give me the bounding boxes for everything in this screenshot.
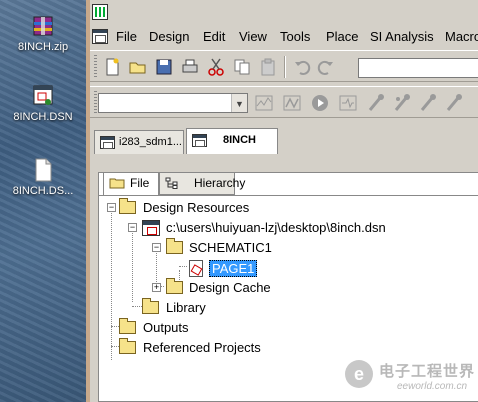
folder-icon <box>166 278 183 294</box>
tree-item-design-cache[interactable]: + Design Cache <box>99 278 399 298</box>
menu-place[interactable]: Place <box>326 29 359 44</box>
folder-open-icon <box>119 198 136 214</box>
print-icon[interactable] <box>180 57 200 77</box>
tree-item-schematic1[interactable]: − SCHEMATIC1 <box>99 238 399 258</box>
menu-edit[interactable]: Edit <box>203 29 225 44</box>
standard-toolbar <box>90 50 478 82</box>
redo-icon[interactable] <box>316 57 336 77</box>
tree-item-label: SCHEMATIC1 <box>189 240 272 255</box>
menu-design[interactable]: Design <box>149 29 189 44</box>
schematic-doc-icon <box>192 134 207 147</box>
doc-tab-i283[interactable]: i283_sdm1... <box>94 130 184 154</box>
dsn-file-icon <box>33 85 53 105</box>
doc-tab-label: i283_sdm1... <box>119 136 182 148</box>
capture-window: File Design Edit View Tools Place SI Ana… <box>86 0 478 402</box>
watermark: e 电子工程世界 eeworld.com.cn <box>345 356 475 396</box>
doc-tab-label: 8INCH <box>223 134 257 146</box>
analyze-icon[interactable] <box>282 93 302 113</box>
tree-item-label: Outputs <box>143 320 189 335</box>
folder-icon <box>109 178 125 189</box>
tree-item-page1[interactable]: PAGE1 <box>99 258 399 278</box>
open-icon[interactable] <box>128 57 148 77</box>
tree-item-label: Design Resources <box>143 200 250 215</box>
title-bar <box>90 0 478 24</box>
tree-item-library[interactable]: Library <box>99 298 399 318</box>
tab-file[interactable]: File <box>103 173 159 195</box>
marker-voltage-icon[interactable] <box>366 93 386 113</box>
desktop-icon-dsn[interactable]: 8INCH.DSN <box>0 84 86 123</box>
schematic-page-icon <box>189 260 203 277</box>
search-field[interactable] <box>358 58 478 78</box>
tab-hierarchy-label: Hierarchy <box>194 176 246 190</box>
folder-icon <box>119 318 136 334</box>
menu-bar: File Design Edit View Tools Place SI Ana… <box>90 26 478 48</box>
dsn-file-icon <box>142 220 160 236</box>
watermark-subtitle: eeworld.com.cn <box>397 381 468 392</box>
toolbar-grip[interactable] <box>94 55 97 77</box>
desktop-icon-label: 8INCH.DSN <box>13 111 73 123</box>
marker-current-icon[interactable] <box>392 93 412 113</box>
doc-tab-8inch[interactable]: 8INCH <box>186 128 278 154</box>
expand-icon[interactable]: + <box>152 283 161 292</box>
waveform-icon[interactable] <box>254 93 274 113</box>
panel-tabs: File Hierarchy <box>99 173 478 195</box>
menu-file[interactable]: File <box>116 29 137 44</box>
tree-item-referenced-projects[interactable]: Referenced Projects <box>99 338 399 358</box>
toolbar-separator <box>284 56 286 78</box>
menu-si-analysis[interactable]: SI Analysis <box>370 29 434 44</box>
collapse-icon[interactable]: − <box>128 223 137 232</box>
run-icon[interactable] <box>310 93 330 113</box>
collapse-icon[interactable]: − <box>152 243 161 252</box>
menu-macro[interactable]: Macro <box>445 29 478 44</box>
desktop-icon-file[interactable]: 8INCH.DS... <box>0 158 86 197</box>
undo-icon[interactable] <box>292 57 312 77</box>
desktop-icon-label: 8INCH.DS... <box>12 185 74 197</box>
menu-tools[interactable]: Tools <box>280 29 310 44</box>
new-icon[interactable] <box>102 57 122 77</box>
file-icon <box>35 158 52 182</box>
tab-hierarchy[interactable]: Hierarchy <box>159 173 245 195</box>
collapse-icon[interactable]: − <box>107 203 116 212</box>
marker-power-icon[interactable] <box>418 93 438 113</box>
hierarchy-icon <box>165 177 178 189</box>
tab-file-label: File <box>130 176 150 190</box>
profile-select[interactable]: ▼ <box>98 93 248 113</box>
cut-icon[interactable] <box>206 57 226 77</box>
archive-icon <box>33 16 53 36</box>
copy-icon[interactable] <box>232 57 252 77</box>
schematic-doc-icon <box>100 136 115 149</box>
folder-open-icon <box>166 238 183 254</box>
tree-item-dsn-file[interactable]: − c:\users\huiyuan-lzj\desktop\8inch.dsn <box>99 218 478 238</box>
probe-icon[interactable] <box>338 93 358 113</box>
folder-icon <box>142 298 159 314</box>
app-icon[interactable] <box>92 4 108 20</box>
tree-item-label: c:\users\huiyuan-lzj\desktop\8inch.dsn <box>166 220 386 235</box>
folder-icon <box>119 338 136 354</box>
simulation-toolbar: ▼ <box>90 86 478 118</box>
watermark-logo: e <box>345 360 373 388</box>
chevron-down-icon[interactable]: ▼ <box>231 94 247 112</box>
tree-item-outputs[interactable]: Outputs <box>99 318 399 338</box>
desktop-icon-zip[interactable]: 8INCH.zip <box>0 14 86 53</box>
watermark-title: 电子工程世界 <box>379 363 476 380</box>
save-icon[interactable] <box>154 57 174 77</box>
tree-item-label: Library <box>166 300 206 315</box>
paste-icon[interactable] <box>258 57 278 77</box>
tree-item-label: Referenced Projects <box>143 340 261 355</box>
desktop: 8INCH.zip 8INCH.DSN 8INCH.DS... <box>0 0 86 402</box>
desktop-icon-label: 8INCH.zip <box>17 41 69 53</box>
marker-diff-icon[interactable] <box>444 93 464 113</box>
toolbar-grip[interactable] <box>94 91 97 113</box>
tree-item-label: Design Cache <box>189 280 271 295</box>
tree-item-label: PAGE1 <box>209 260 258 277</box>
document-menu-icon[interactable] <box>92 29 108 44</box>
tree-item-design-resources[interactable]: − Design Resources <box>99 198 399 218</box>
menu-view[interactable]: View <box>239 29 267 44</box>
